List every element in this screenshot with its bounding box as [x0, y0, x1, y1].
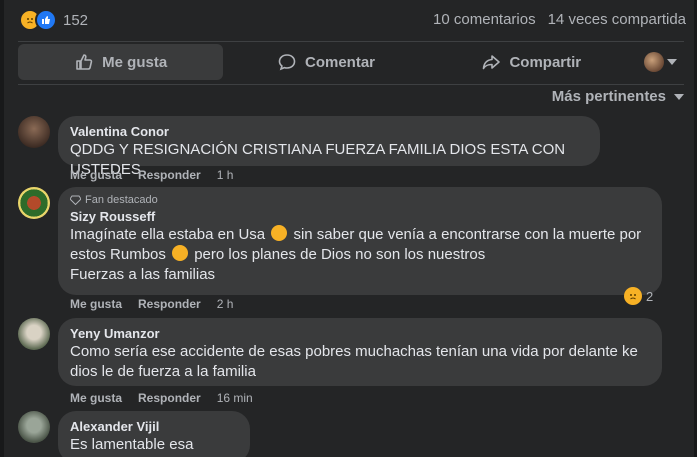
comment-actions: Me gusta Responder 1 h: [70, 168, 233, 182]
post-counts: 10 comentarios 14 veces compartida: [433, 11, 686, 28]
comment-text-segment: sin saber que venía a encontrarse con la…: [293, 226, 642, 243]
reaction-count: 2: [646, 288, 654, 304]
comment-text-segment: Fuerzas a las familias: [70, 266, 216, 283]
post-footer: 152 10 comentarios 14 veces compartida M…: [4, 0, 694, 457]
divider: [18, 41, 684, 42]
avatar[interactable]: [18, 318, 50, 350]
comment-icon: [278, 54, 296, 71]
comment-like-link[interactable]: Me gusta: [70, 297, 122, 311]
like-button-label: Me gusta: [102, 53, 168, 71]
comment-actions: Me gusta Responder 16 min: [70, 391, 253, 405]
chevron-down-icon: [674, 93, 684, 100]
comment: Valentina Conor QDDG Y RESIGNACIÓN CRIST…: [18, 116, 658, 186]
share-icon: [483, 55, 501, 70]
comment-timestamp[interactable]: 2 h: [217, 297, 234, 311]
like-reaction-icon: [35, 9, 57, 31]
divider: [18, 84, 684, 85]
reaction-count: 152: [63, 11, 89, 29]
like-button[interactable]: Me gusta: [18, 44, 224, 80]
comment-text-segment: estos Rumbos: [70, 246, 166, 263]
avatar[interactable]: [18, 187, 50, 219]
comment-timestamp[interactable]: 1 h: [217, 168, 234, 182]
comment-reply-link[interactable]: Responder: [138, 391, 201, 405]
chevron-down-icon: [667, 59, 678, 65]
comment-button[interactable]: Comentar: [223, 44, 428, 80]
comment-reply-link[interactable]: Responder: [138, 297, 201, 311]
shares-count-link[interactable]: 14 veces compartida: [548, 11, 686, 28]
comment-bubble: Yeny Umanzor Como sería ese accidente de…: [58, 318, 662, 386]
comment-like-link[interactable]: Me gusta: [70, 391, 122, 405]
comment-sort-dropdown[interactable]: Más pertinentes: [552, 88, 684, 105]
comment-bubble: Valentina Conor QDDG Y RESIGNACIÓN CRIST…: [58, 116, 600, 178]
comment-author[interactable]: Valentina Conor: [70, 124, 588, 140]
comment-like-link[interactable]: Me gusta: [70, 168, 122, 182]
comment-author[interactable]: Sizy Rousseff: [70, 209, 650, 225]
flushed-emoji-icon: [172, 245, 189, 261]
comment-text: Como sería ese accidente de esas pobres …: [70, 342, 650, 382]
profile-avatar: [644, 52, 665, 72]
comment: Yeny Umanzor Como sería ese accidente de…: [18, 318, 688, 406]
action-bar: Me gusta Comentar Compartir: [18, 44, 688, 80]
post-stats: 152 10 comentarios 14 veces compartida: [4, 0, 694, 40]
comment-reactions[interactable]: 2: [624, 287, 653, 305]
thumbs-up-icon: [76, 54, 93, 70]
sad-emoji-icon: [271, 225, 288, 241]
diamond-icon: [70, 195, 81, 205]
comment-actions: Me gusta Responder 2 h: [70, 297, 233, 311]
comment-author[interactable]: Alexander Vijil: [70, 419, 238, 435]
sort-label: Más pertinentes: [551, 88, 666, 105]
comment-author[interactable]: Yeny Umanzor: [70, 326, 650, 342]
badge-label: Fan destacado: [85, 194, 158, 206]
comment-reply-link[interactable]: Responder: [138, 168, 201, 182]
comment-bubble: Fan destacado Sizy Rousseff Imagínate el…: [58, 187, 662, 295]
comment-bubble: Alexander Vijil Es lamentable esa trajed…: [58, 411, 250, 457]
top-fan-badge: Fan destacado: [70, 193, 650, 207]
share-button-label: Compartir: [509, 53, 582, 71]
sad-reaction-icon: [624, 287, 642, 305]
comment: Alexander Vijil Es lamentable esa trajed…: [18, 411, 318, 457]
avatar[interactable]: [18, 116, 50, 148]
avatar[interactable]: [18, 411, 50, 443]
reaction-profile-selector[interactable]: [634, 44, 688, 80]
comment-text: Imagínate ella estaba en Usa sin saber q…: [70, 225, 650, 285]
comment-text-segment: Imagínate ella estaba en Usa: [70, 226, 266, 243]
share-button[interactable]: Compartir: [429, 44, 634, 80]
reactions-summary[interactable]: 152: [19, 9, 89, 31]
comment-text-segment: Como sería ese accidente de esas pobres …: [70, 343, 638, 360]
comment-button-label: Comentar: [304, 53, 375, 71]
comment-text-segment: dios le de fuerza a la familia: [70, 363, 256, 380]
comments-count-link[interactable]: 10 comentarios: [433, 11, 536, 28]
comment-timestamp[interactable]: 16 min: [217, 391, 253, 405]
comment-text: Es lamentable esa trajedia: [70, 436, 194, 457]
comment-text-segment: pero los planes de Dios no son los nuest…: [194, 246, 486, 263]
comment: Fan destacado Sizy Rousseff Imagínate el…: [18, 187, 688, 315]
